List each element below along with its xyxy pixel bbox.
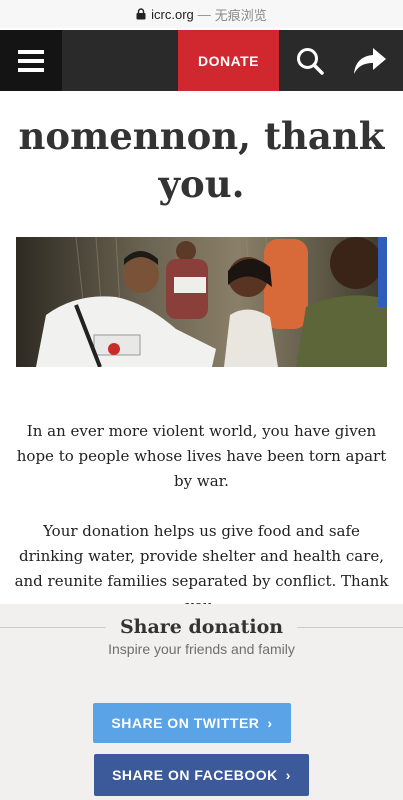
share-arrow-icon	[354, 47, 386, 74]
message-paragraph-1: In an ever more violent world, you have …	[16, 422, 387, 490]
site-header: DONATE	[0, 30, 403, 91]
share-heading-row: Share donation	[0, 614, 403, 640]
thank-you-message: In an ever more violent world, you have …	[10, 419, 393, 619]
hamburger-icon	[18, 49, 44, 72]
hero-photo	[16, 237, 387, 367]
private-mode-label: 无痕浏览	[214, 7, 267, 23]
share-button[interactable]	[340, 30, 400, 91]
divider-left	[0, 626, 106, 628]
chevron-right-icon: ›	[285, 767, 291, 783]
share-section: Share donation Inspire your friends and …	[0, 604, 403, 800]
share-facebook-button[interactable]: SHARE ON FACEBOOK ›	[94, 754, 309, 796]
share-facebook-label: SHARE ON FACEBOOK	[112, 767, 278, 783]
search-button[interactable]	[282, 30, 338, 91]
url-domain: icrc.org	[151, 6, 194, 22]
share-twitter-label: SHARE ON TWITTER	[111, 715, 260, 731]
donate-button[interactable]: DONATE	[178, 30, 279, 91]
share-heading: Share donation	[119, 616, 284, 638]
search-icon	[297, 47, 324, 75]
share-subheading: Inspire your friends and family	[108, 641, 295, 657]
page-title: nomennon, thank you.	[18, 114, 385, 206]
divider-right	[297, 626, 403, 628]
browser-url-bar[interactable]: icrc.org — 无痕浏览	[0, 0, 403, 28]
url-separator: —	[197, 6, 211, 22]
menu-button[interactable]	[0, 30, 62, 91]
lock-icon	[136, 8, 146, 20]
share-twitter-button[interactable]: SHARE ON TWITTER ›	[93, 703, 291, 743]
chevron-right-icon: ›	[267, 715, 273, 731]
